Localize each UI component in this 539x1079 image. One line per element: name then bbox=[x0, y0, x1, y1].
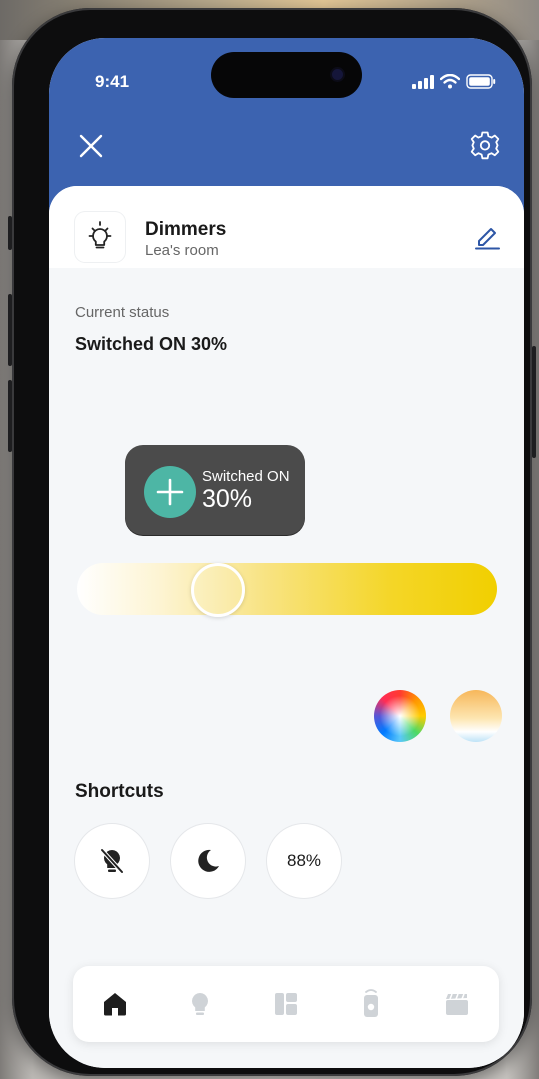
shortcut-night[interactable] bbox=[171, 824, 245, 898]
remote-icon[interactable] bbox=[355, 988, 387, 1020]
device-name: Dimmers bbox=[145, 219, 227, 240]
shortcut-level[interactable]: 88% bbox=[267, 824, 341, 898]
tooltip-level: 30% bbox=[202, 485, 253, 513]
color-wheel-button[interactable] bbox=[374, 690, 426, 742]
device-header bbox=[49, 186, 524, 268]
dashboard-icon[interactable] bbox=[270, 988, 302, 1020]
shortcut-light-off[interactable] bbox=[75, 824, 149, 898]
battery-icon bbox=[466, 74, 496, 89]
status-label: Current status bbox=[75, 304, 170, 321]
level-tooltip: Switched ON 30% bbox=[125, 445, 305, 535]
dynamic-island bbox=[211, 52, 362, 98]
home-icon[interactable] bbox=[99, 988, 131, 1020]
increase-button[interactable] bbox=[144, 466, 196, 518]
tooltip-state: Switched ON bbox=[202, 468, 290, 485]
pencil-icon[interactable] bbox=[473, 222, 501, 250]
slider-thumb[interactable] bbox=[191, 563, 245, 617]
color-temperature-button[interactable] bbox=[450, 690, 502, 742]
gear-icon[interactable] bbox=[470, 130, 500, 160]
volume-down-button bbox=[8, 380, 12, 452]
close-icon[interactable] bbox=[77, 132, 105, 160]
volume-up-button bbox=[8, 294, 12, 366]
scenes-icon[interactable] bbox=[441, 988, 473, 1020]
plus-icon bbox=[156, 478, 184, 506]
status-value: Switched ON 30% bbox=[75, 334, 228, 354]
power-button bbox=[532, 346, 536, 458]
device-icon-tile bbox=[75, 212, 125, 262]
tab-bar bbox=[73, 966, 499, 1042]
wifi-icon bbox=[440, 74, 460, 89]
shortcut-level-label: 88% bbox=[286, 851, 322, 870]
lightbulb-icon bbox=[88, 221, 112, 249]
lightbulb-off-icon bbox=[100, 848, 124, 874]
signal-icon bbox=[412, 74, 434, 89]
side-button bbox=[8, 216, 12, 250]
camera-icon bbox=[332, 69, 343, 80]
status-icons bbox=[412, 74, 496, 89]
status-time: 9:41 bbox=[95, 72, 130, 91]
device-room: Lea's room bbox=[145, 242, 219, 259]
phone-frame: 9:41 Dimmers Lea's room Current status S… bbox=[8, 8, 536, 1076]
brightness-slider[interactable] bbox=[77, 563, 497, 617]
screen: 9:41 Dimmers Lea's room Current status S… bbox=[49, 38, 524, 1068]
shortcuts-title: Shortcuts bbox=[75, 781, 164, 802]
moon-icon bbox=[198, 849, 219, 872]
lightbulb-icon[interactable] bbox=[184, 988, 216, 1020]
